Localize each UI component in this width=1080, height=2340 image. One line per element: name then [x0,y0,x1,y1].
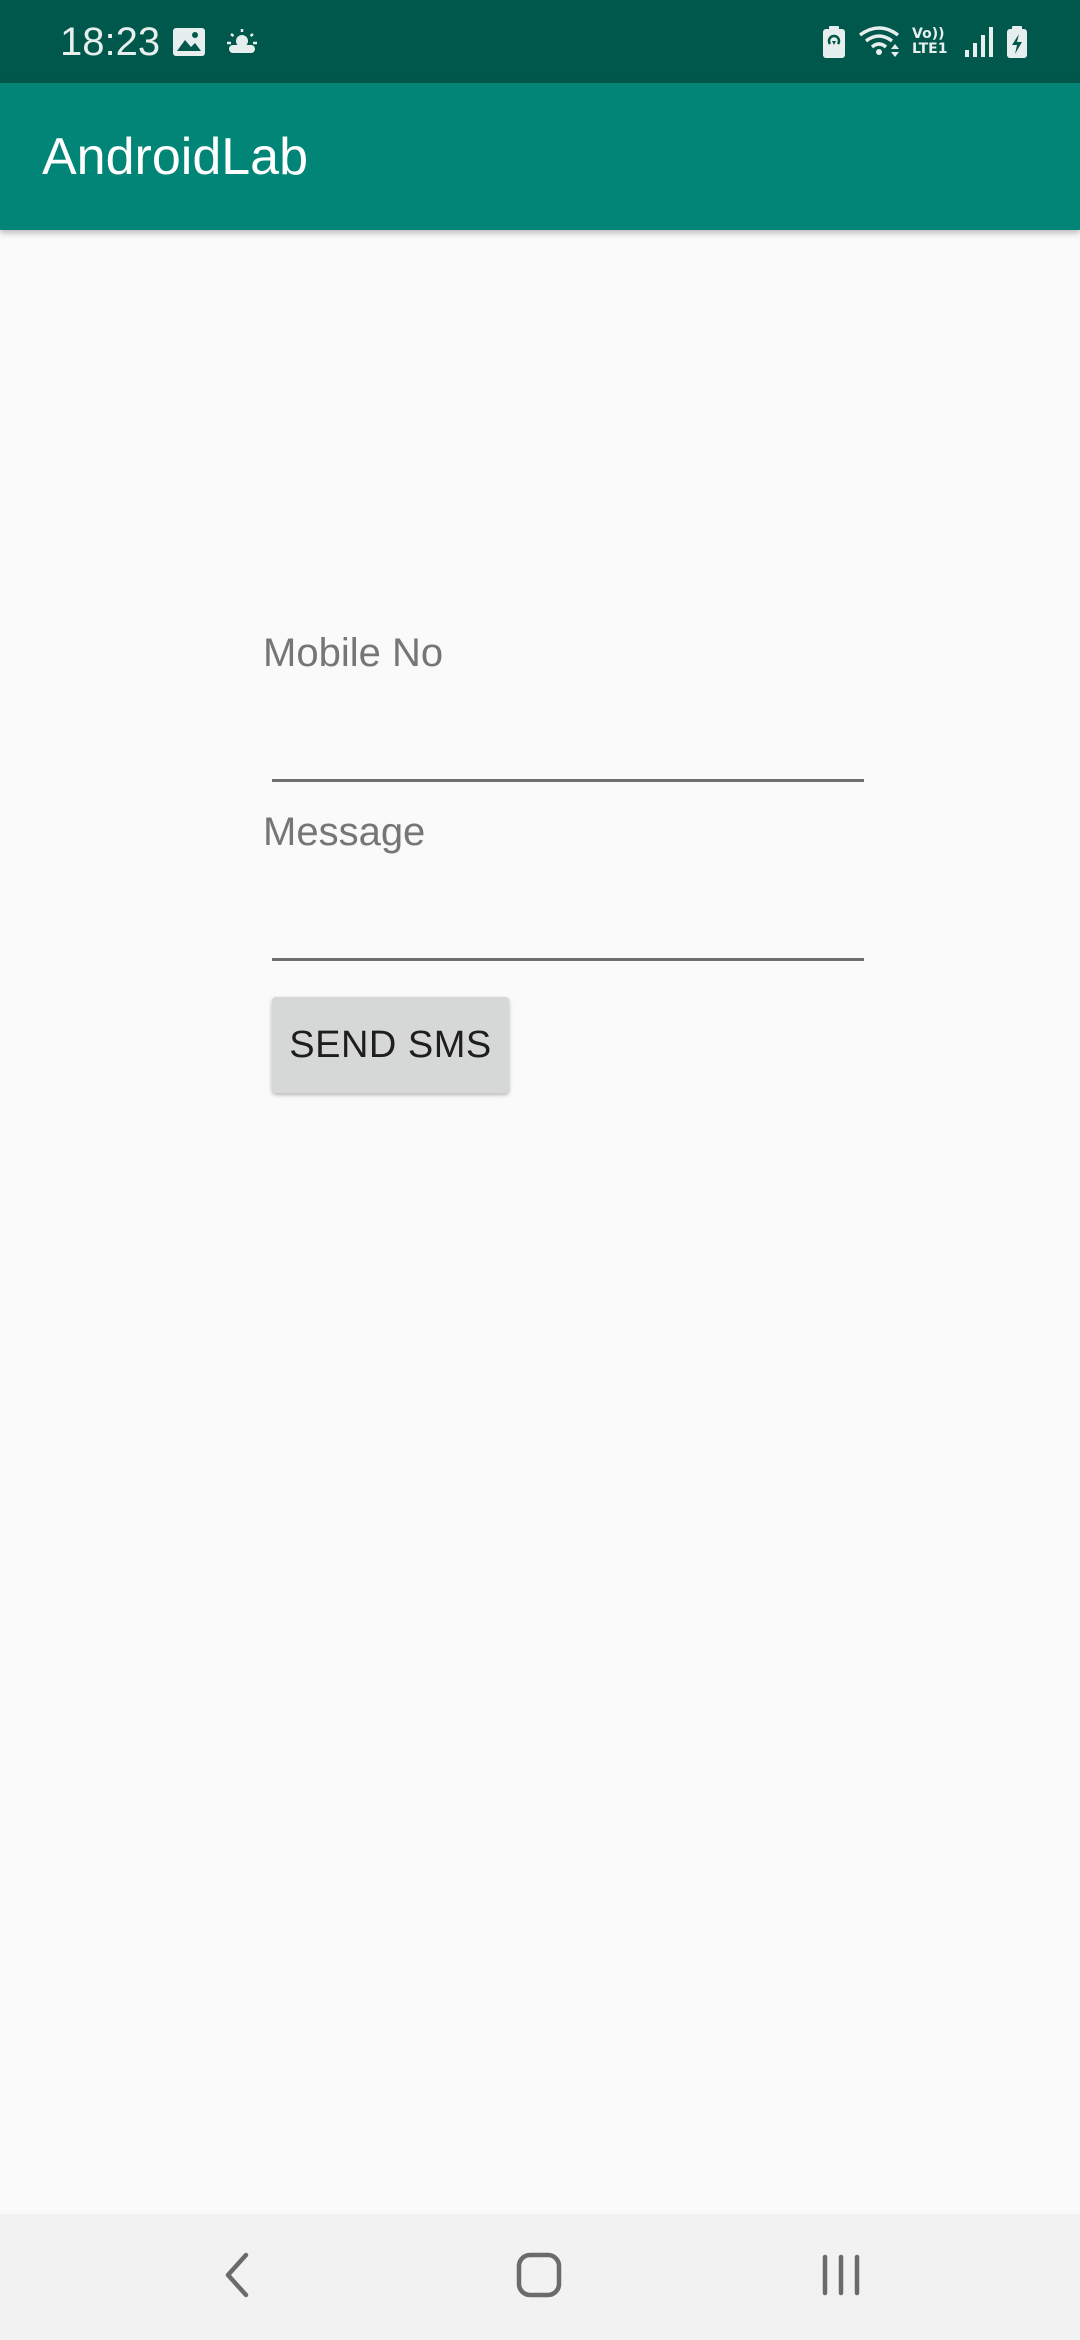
nav-recents-button[interactable] [801,2244,881,2310]
recents-icon [820,2254,862,2301]
wifi-icon [858,25,900,59]
app-title: AndroidLab [42,128,308,186]
battery-charging-icon [1006,25,1028,59]
screen: 18:23 Vo)) LTE1 AndroidLab Mobile No Mes… [0,0,1080,2340]
mobile-no-underline [272,779,864,782]
message-label: Message [263,810,426,854]
message-underline [272,958,864,961]
status-left-icons [172,22,260,62]
message-input[interactable] [272,894,864,954]
status-right-icons: Vo)) LTE1 [822,20,1028,64]
status-time: 18:23 [60,20,161,64]
mobile-no-label: Mobile No [263,631,444,675]
gallery-icon [172,27,206,57]
battery-saver-icon [822,25,846,59]
weather-icon [224,27,260,57]
nav-back-button[interactable] [197,2244,277,2310]
nav-home-button[interactable] [499,2244,579,2310]
app-bar: AndroidLab [0,83,1080,230]
volte-lte-icon: Vo)) LTE1 [912,26,948,57]
mobile-no-input[interactable] [272,715,864,775]
status-bar: 18:23 Vo)) LTE1 [0,0,1080,83]
back-chevron-icon [222,2252,252,2303]
signal-icon [964,26,994,58]
home-icon [516,2252,562,2303]
navigation-bar [0,2214,1080,2340]
send-sms-button[interactable]: SEND SMS [272,997,509,1093]
